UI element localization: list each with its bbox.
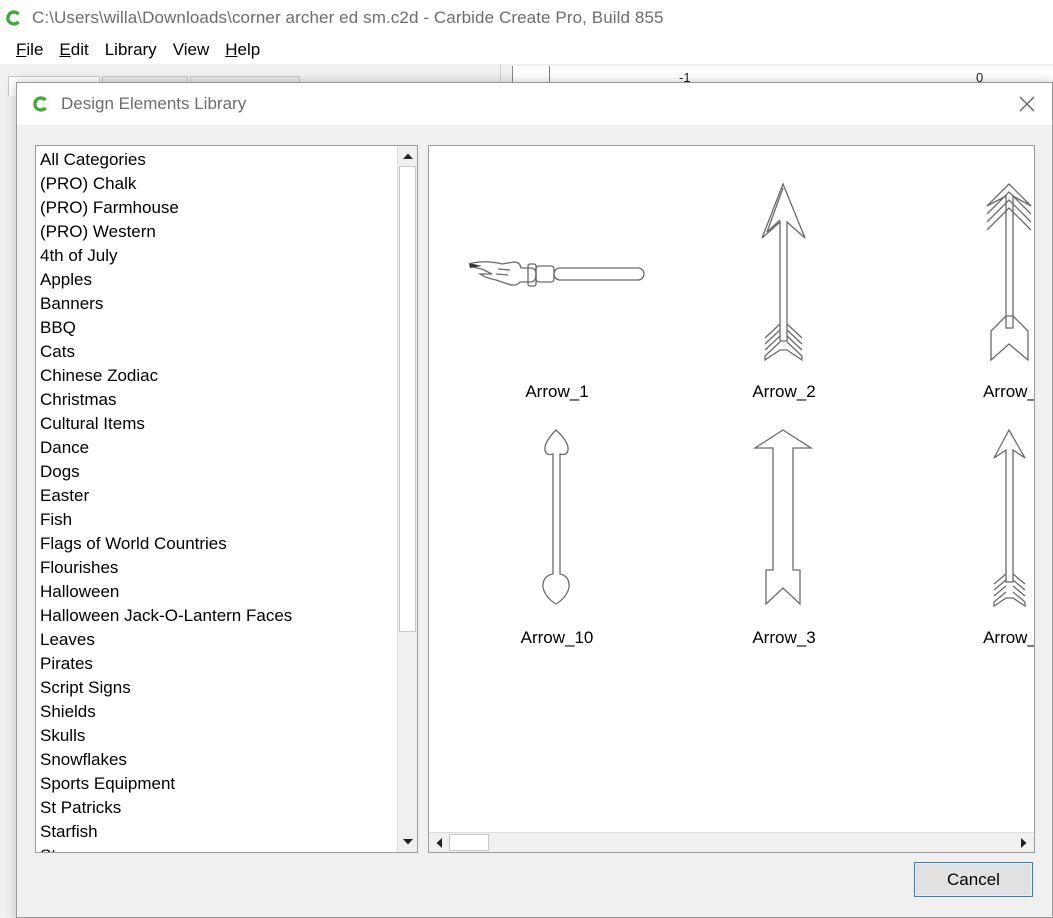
element-label: Arrow_10 <box>520 628 594 647</box>
category-item[interactable]: Leaves <box>36 628 398 652</box>
category-item[interactable]: 4th of July <box>36 244 398 268</box>
category-item[interactable]: Banners <box>36 292 398 316</box>
category-item[interactable]: Starfish <box>36 820 398 844</box>
menu-edit[interactable]: Edit <box>51 40 96 60</box>
scrollbar-thumb[interactable] <box>449 834 489 851</box>
category-item[interactable]: (PRO) Farmhouse <box>36 196 398 220</box>
category-item[interactable]: Fish <box>36 508 398 532</box>
category-item[interactable]: (PRO) Chalk <box>36 172 398 196</box>
category-item[interactable]: Halloween Jack-O-Lantern Faces <box>36 604 398 628</box>
feathered-arrow-icon <box>761 182 806 362</box>
category-item[interactable]: Shields <box>36 700 398 724</box>
category-item[interactable]: Apples <box>36 268 398 292</box>
design-elements-library-dialog: Design Elements Library All Categories (P… <box>16 82 1053 918</box>
close-icon[interactable] <box>1018 95 1036 113</box>
element-label: Arrow_3 <box>752 628 816 647</box>
dialog-title: Design Elements Library <box>61 94 247 113</box>
menu-view[interactable]: View <box>165 40 218 60</box>
category-item[interactable]: Easter <box>36 484 398 508</box>
category-list[interactable]: All Categories (PRO) Chalk (PRO) Farmhouse… <box>35 145 418 853</box>
slim-fletched-arrow-icon <box>993 428 1026 608</box>
scroll-right-arrow-icon[interactable] <box>1014 833 1034 852</box>
category-item[interactable]: Halloween <box>36 580 398 604</box>
menu-library[interactable]: Library <box>97 40 165 60</box>
preview-horizontal-scrollbar[interactable] <box>429 832 1034 852</box>
element-tile-arrow-partial-bottom[interactable]: Arrow_ <box>895 402 1034 647</box>
element-preview-panel: Arrow_1 Arrow_2 Arrow_ Arrow_10 Arrow_3 … <box>428 145 1035 853</box>
scroll-down-arrow-icon[interactable] <box>398 832 417 852</box>
category-items: All Categories (PRO) Chalk (PRO) Farmhouse… <box>36 146 398 852</box>
category-item[interactable]: Flags of World Countries <box>36 532 398 556</box>
menu-file[interactable]: File <box>8 40 51 60</box>
element-tile-arrow-1[interactable]: Arrow_1 <box>442 156 672 401</box>
element-tile-arrow-2[interactable]: Arrow_2 <box>669 156 899 401</box>
carbide-logo-icon <box>6 10 20 26</box>
element-tile-arrow-10[interactable]: Arrow_10 <box>442 402 672 647</box>
category-vertical-scrollbar[interactable] <box>397 146 417 852</box>
category-item[interactable]: Cats <box>36 340 398 364</box>
chevron-fletched-arrow-icon <box>986 183 1032 362</box>
category-item[interactable]: Snowflakes <box>36 748 398 772</box>
category-item[interactable]: Cultural Items <box>36 412 398 436</box>
menu-bar: File Edit Library View Help <box>0 36 1053 64</box>
cancel-button[interactable]: Cancel <box>914 862 1033 897</box>
block-arrow-icon <box>752 429 814 606</box>
scroll-up-arrow-icon[interactable] <box>398 146 417 166</box>
pointing-hand-arrow-icon <box>469 261 645 287</box>
category-item[interactable]: Dance <box>36 436 398 460</box>
element-label: Arrow_ <box>983 382 1035 401</box>
category-item[interactable]: Script Signs <box>36 676 398 700</box>
category-item[interactable]: All Categories <box>36 148 398 172</box>
category-item[interactable]: Pirates <box>36 652 398 676</box>
element-tile-arrow-partial-top[interactable]: Arrow_ <box>895 156 1034 401</box>
scroll-left-arrow-icon[interactable] <box>429 833 449 852</box>
menu-help[interactable]: Help <box>217 40 268 60</box>
element-tile-arrow-3[interactable]: Arrow_3 <box>669 402 899 647</box>
category-item[interactable]: Skulls <box>36 724 398 748</box>
category-item[interactable]: BBQ <box>36 316 398 340</box>
category-item[interactable]: Stars <box>36 844 398 852</box>
category-item[interactable]: Chinese Zodiac <box>36 364 398 388</box>
element-label: Arrow_1 <box>525 382 589 401</box>
dialog-title-bar: Design Elements Library <box>17 83 1052 125</box>
category-item[interactable]: Sports Equipment <box>36 772 398 796</box>
app-title-bar: C:\Users\willa\Downloads\corner archer e… <box>0 0 1053 36</box>
category-item[interactable]: (PRO) Western <box>36 220 398 244</box>
category-item[interactable]: Christmas <box>36 388 398 412</box>
heart-tail-arrow-icon <box>542 429 570 605</box>
element-label: Arrow_2 <box>752 382 816 401</box>
category-item[interactable]: Flourishes <box>36 556 398 580</box>
scrollbar-thumb[interactable] <box>399 166 416 632</box>
category-item[interactable]: St Patricks <box>36 796 398 820</box>
app-title: C:\Users\willa\Downloads\corner archer e… <box>32 8 664 27</box>
category-item[interactable]: Dogs <box>36 460 398 484</box>
carbide-logo-icon <box>33 96 47 112</box>
element-label: Arrow_ <box>983 628 1035 647</box>
